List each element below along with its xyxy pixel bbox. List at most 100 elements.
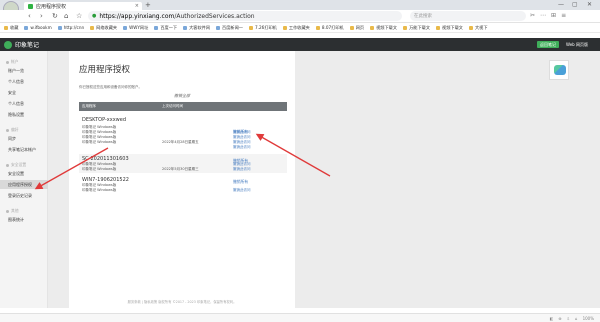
new-tab-button[interactable]: + xyxy=(145,1,151,9)
sidebar-item[interactable]: 应用程序授权 xyxy=(0,180,48,189)
column-header-app: 应用程序 xyxy=(82,104,96,108)
group-icon xyxy=(6,60,9,64)
revoke-all-link[interactable]: 撤销全部 xyxy=(69,93,295,99)
folder-icon xyxy=(4,25,8,30)
sidebar-item[interactable]: 安全设置 xyxy=(0,169,48,178)
statusbar-icon[interactable]: 100% xyxy=(583,316,594,321)
sidebar-group-label: 帐户 xyxy=(11,59,19,64)
folder-icon xyxy=(468,25,473,30)
group-icon xyxy=(6,209,9,213)
search-input[interactable]: 在此搜索 xyxy=(410,11,526,21)
minimize-button[interactable]: — xyxy=(558,1,564,8)
evernote-logo[interactable]: 印象笔记 xyxy=(4,40,39,49)
sidebar-group-title: 安全设置 xyxy=(6,162,26,168)
web-version-button[interactable]: Web 网页版 xyxy=(563,41,591,48)
close-window-button[interactable]: ✕ xyxy=(587,1,592,8)
sidebar-group-label: 安全设置 xyxy=(11,162,27,167)
statusbar-icon[interactable]: ⌂ xyxy=(575,316,578,321)
bookmark-label: 工作收藏夹 xyxy=(288,24,310,30)
bookmark-item[interactable]: 7.26打印机 xyxy=(248,24,277,31)
bookmark-icon xyxy=(183,25,188,30)
bookmark-item[interactable]: 万能下载文 xyxy=(403,25,430,31)
evernote-favicon-icon xyxy=(28,3,33,9)
widget-logo-icon xyxy=(554,65,566,75)
device-block: DESKTOP-xxxwed 撤销所有 印象笔记 Windows版 撤销此访问 印象笔记… xyxy=(79,115,287,150)
folder-icon xyxy=(315,25,320,30)
device-block: WIN7-1906201522 撤销所有 印象笔记 Windows版 印象笔记 Win… xyxy=(79,175,287,192)
revoke-session-link[interactable]: 撤销此访问 xyxy=(233,167,251,172)
session-row: 印象笔记 Windows版 撤销此访问 xyxy=(79,130,287,139)
bookmark-label: 视频下载文 xyxy=(376,24,398,30)
extensions-icon[interactable]: ⊞ xyxy=(551,12,556,19)
bookmark-item[interactable]: 百度新闻一 xyxy=(216,25,243,31)
browser-status-bar: ◧ ⊕ ⇩ ⌂ 100% xyxy=(0,313,600,322)
revoke-session-link[interactable]: 撤销此访问 xyxy=(233,188,251,193)
sidebar-item[interactable]: 共享笔记本帐户 xyxy=(0,145,48,154)
bookmark-item[interactable]: 8.07打印机 xyxy=(315,25,344,31)
maximize-button[interactable]: ▢ xyxy=(572,1,578,8)
bookmark-item[interactable]: 收藏 xyxy=(4,25,18,31)
sidebar-group-label: 其他 xyxy=(11,208,19,213)
revoke-session-link[interactable]: 撤销此访问 xyxy=(233,145,251,150)
reload-button[interactable]: ↻ xyxy=(52,12,58,20)
bookmark-label: 视频下载文 xyxy=(442,24,463,30)
bookmark-icon xyxy=(123,25,128,30)
bookmark-item[interactable]: 网页 xyxy=(349,25,364,31)
browser-tab[interactable]: 应用程序授权 × xyxy=(24,2,142,10)
bookmark-label: http://cnn xyxy=(63,25,85,30)
browser-toolbar-icons: ✂ ⋯ ⊞ ≡ xyxy=(530,12,566,19)
forward-button[interactable]: › xyxy=(40,12,43,20)
sidebar-item[interactable]: 账户一览 xyxy=(0,66,48,75)
bookmark-item[interactable]: 大客软件网 xyxy=(183,25,210,31)
group-icon xyxy=(6,163,9,167)
browser-nav-bar: ‹ › ↻ ⌂ ☆ ● https://app.yinxiang.com/Aut… xyxy=(0,10,600,23)
session-time: 2022年5月30日星期三 xyxy=(162,167,199,171)
close-tab-icon[interactable]: × xyxy=(135,3,139,9)
bookmarks-bar: 收藏 w.ifbookm http://cnn 网络收藏夹 WWY网址 百度一下 大客软件网… xyxy=(0,23,600,33)
bookmark-item[interactable]: 视频下载文 xyxy=(436,25,463,31)
favorite-button[interactable]: ☆ xyxy=(76,12,82,20)
folder-icon xyxy=(403,25,408,30)
sidebar-item[interactable]: 隐私设置 xyxy=(0,110,48,119)
screenshot-icon[interactable]: ✂ xyxy=(530,12,535,19)
url-text: https://app.yinxiang.com/AuthorizedServi… xyxy=(99,12,255,20)
bookmark-item[interactable]: WWY网址 xyxy=(123,25,148,31)
bookmark-item[interactable]: w.ifbookm xyxy=(24,25,52,30)
back-button[interactable]: ‹ xyxy=(28,12,31,20)
menu-icon[interactable]: ≡ xyxy=(561,12,566,19)
statusbar-icon[interactable]: ⇩ xyxy=(567,316,570,321)
bookmark-icon xyxy=(216,25,221,30)
session-app: 印象笔记 Windows版 xyxy=(82,188,117,192)
bookmark-item[interactable]: 工作收藏夹 xyxy=(282,24,310,31)
app-header: 印象笔记 返回笔记 Web 网页版 xyxy=(0,38,600,51)
bookmark-label: 大客软件网 xyxy=(189,24,211,30)
session-row: 印象笔记 Windows版 撤销此访问 xyxy=(79,188,287,192)
floating-widget[interactable] xyxy=(549,60,569,80)
device-name: DESKTOP-xxxwed xyxy=(82,117,126,123)
statusbar-icon[interactable]: ◧ xyxy=(550,316,554,321)
device-block: SC-202011301603 撤销所有 印象笔记 Windows版 撤销此访问 印象笔… xyxy=(79,154,287,173)
back-to-notes-button[interactable]: 返回笔记 xyxy=(537,41,559,48)
bookmark-item[interactable]: 网络收藏夹 xyxy=(90,25,117,31)
sidebar-item[interactable]: 同步 xyxy=(0,134,48,143)
bookmark-icon xyxy=(24,25,29,30)
home-button[interactable]: ⌂ xyxy=(64,12,68,20)
sidebar-item[interactable]: 图表统计 xyxy=(0,215,48,224)
bookmark-item[interactable]: 百度一下 xyxy=(154,25,177,31)
sidebar-item[interactable]: 登录历史记录 xyxy=(0,191,48,200)
bookmark-item[interactable]: 大视下 xyxy=(468,24,488,31)
folder-icon xyxy=(90,25,95,30)
sidebar-item[interactable]: 个人信息 xyxy=(0,99,48,108)
more-icon[interactable]: ⋯ xyxy=(540,12,546,19)
bookmark-label: 收藏 xyxy=(10,24,19,30)
bookmark-label: WWY网址 xyxy=(129,24,149,30)
bookmark-label: 大视下 xyxy=(474,24,488,30)
address-bar[interactable]: ● https://app.yinxiang.com/AuthorizedSer… xyxy=(88,11,402,21)
bookmark-item[interactable]: 视频下载文 xyxy=(370,25,397,31)
sidebar-item[interactable]: 个人信息 xyxy=(0,77,48,86)
bookmark-item[interactable]: http://cnn xyxy=(57,25,85,30)
sidebar-group-label: 偏好 xyxy=(11,127,19,132)
bookmark-label: 7.26打印机 xyxy=(254,24,277,30)
sidebar-item[interactable]: 安全 xyxy=(0,88,48,97)
statusbar-icon[interactable]: ⊕ xyxy=(558,316,561,321)
